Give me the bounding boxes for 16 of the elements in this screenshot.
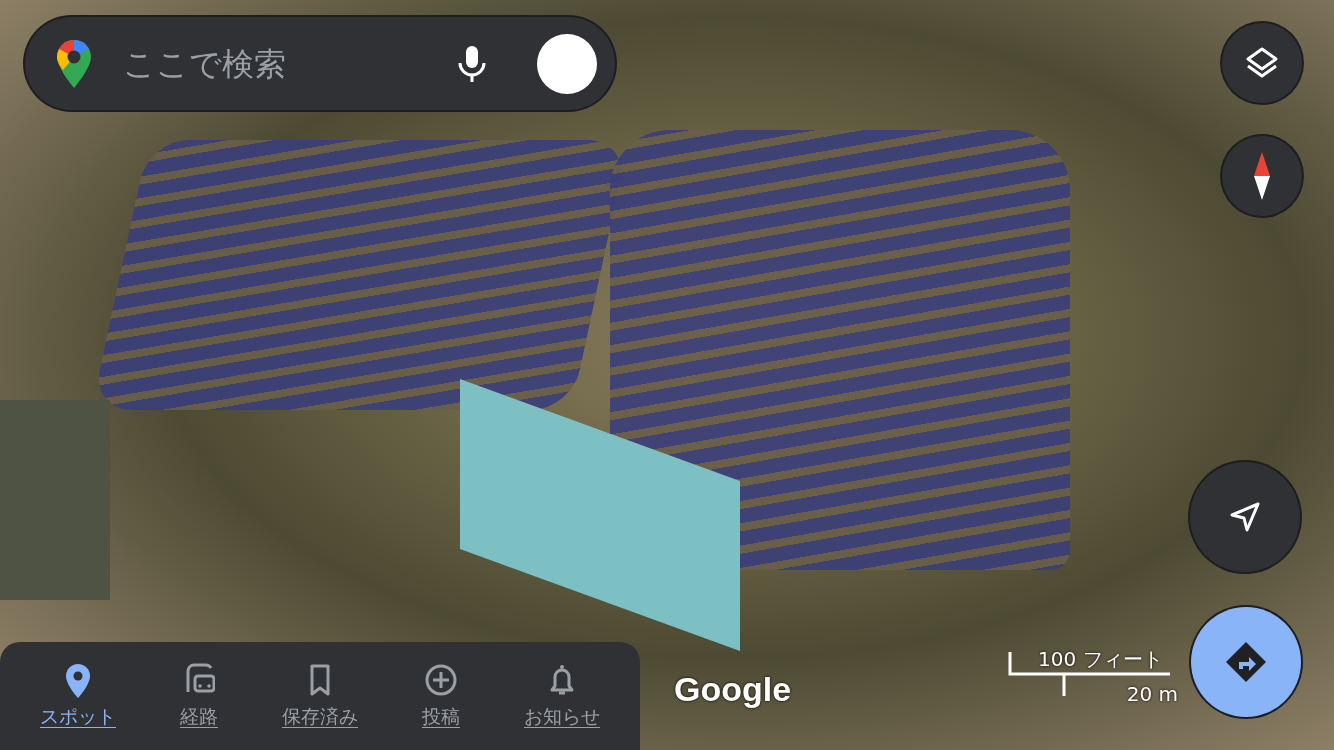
directions-icon xyxy=(1225,641,1267,683)
map-pin-icon xyxy=(55,37,93,90)
google-logo: Google xyxy=(674,670,792,709)
search-bar[interactable]: ここで検索 xyxy=(25,17,615,110)
nav-tab[interactable]: スポット xyxy=(38,658,118,734)
nav-tab[interactable]: 保存済み xyxy=(280,658,360,734)
compass-icon xyxy=(1253,152,1271,200)
nav-tab[interactable]: 経路 xyxy=(178,658,220,734)
layers-icon xyxy=(1245,46,1279,80)
nav-tab[interactable]: お知らせ xyxy=(522,658,602,734)
search-input[interactable]: ここで検索 xyxy=(121,43,457,84)
navigation-arrow-icon xyxy=(1229,501,1261,533)
microphone-icon[interactable] xyxy=(457,44,487,83)
nav-tab[interactable]: 投稿 xyxy=(420,658,462,734)
scale-metric-label: 20 m xyxy=(1126,682,1178,706)
scale-imperial-label: 100 フィート xyxy=(1038,646,1163,673)
